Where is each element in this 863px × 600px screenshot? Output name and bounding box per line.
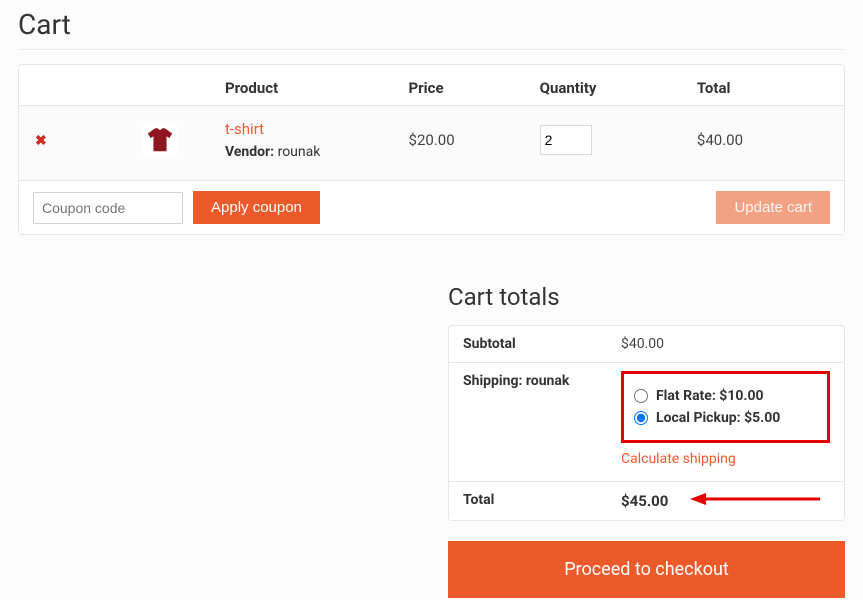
cart-totals-table: Subtotal $40.00 Shipping: rounak Flat Ra… (448, 325, 845, 521)
subtotal-value: $40.00 (621, 336, 830, 352)
quantity-input[interactable] (540, 125, 592, 155)
total-label: Total (463, 492, 621, 508)
shipping-flat-rate[interactable]: Flat Rate: $10.00 (634, 388, 817, 404)
vendor-line: Vendor: rounak (225, 144, 409, 160)
local-pickup-radio[interactable] (634, 411, 648, 425)
total-value: $45.00 (621, 492, 668, 510)
shipping-options-highlight: Flat Rate: $10.00 Local Pickup: $5.00 (621, 371, 830, 443)
flat-rate-label: Flat Rate: $10.00 (656, 388, 764, 404)
header-total: Total (697, 79, 828, 97)
calculate-shipping-link[interactable]: Calculate shipping (621, 451, 830, 467)
table-row: ✖ t-shirt Vendor: rounak $20.00 $40.00 (19, 105, 844, 180)
cart-totals-title: Cart totals (448, 283, 845, 311)
product-name-link[interactable]: t-shirt (225, 120, 409, 138)
proceed-to-checkout-button[interactable]: Proceed to checkout (448, 541, 845, 598)
page-title: Cart (18, 0, 845, 50)
product-thumbnail[interactable] (95, 123, 225, 157)
cart-table: Product Price Quantity Total ✖ t-shirt V… (18, 64, 845, 235)
annotation-arrow-icon (690, 492, 820, 510)
shipping-local-pickup[interactable]: Local Pickup: $5.00 (634, 410, 817, 426)
cart-table-footer: Apply coupon Update cart (19, 180, 844, 234)
header-quantity: Quantity (540, 79, 697, 97)
local-pickup-label: Local Pickup: $5.00 (656, 410, 780, 426)
apply-coupon-button[interactable]: Apply coupon (193, 191, 320, 224)
flat-rate-radio[interactable] (634, 389, 648, 403)
shipping-label: Shipping: rounak (463, 373, 621, 389)
subtotal-label: Subtotal (463, 336, 621, 352)
cart-table-header: Product Price Quantity Total (19, 65, 844, 105)
total-row: Total $45.00 (449, 481, 844, 520)
price-value: $20.00 (409, 131, 540, 149)
remove-icon[interactable]: ✖ (35, 133, 47, 149)
update-cart-button[interactable]: Update cart (716, 191, 830, 224)
subtotal-row: Subtotal $40.00 (449, 326, 844, 362)
header-product: Product (225, 79, 409, 97)
header-price: Price (409, 79, 540, 97)
line-total: $40.00 (697, 131, 828, 149)
tshirt-icon (143, 123, 177, 157)
coupon-input[interactable] (33, 192, 183, 224)
shipping-row: Shipping: rounak Flat Rate: $10.00 Local… (449, 362, 844, 481)
